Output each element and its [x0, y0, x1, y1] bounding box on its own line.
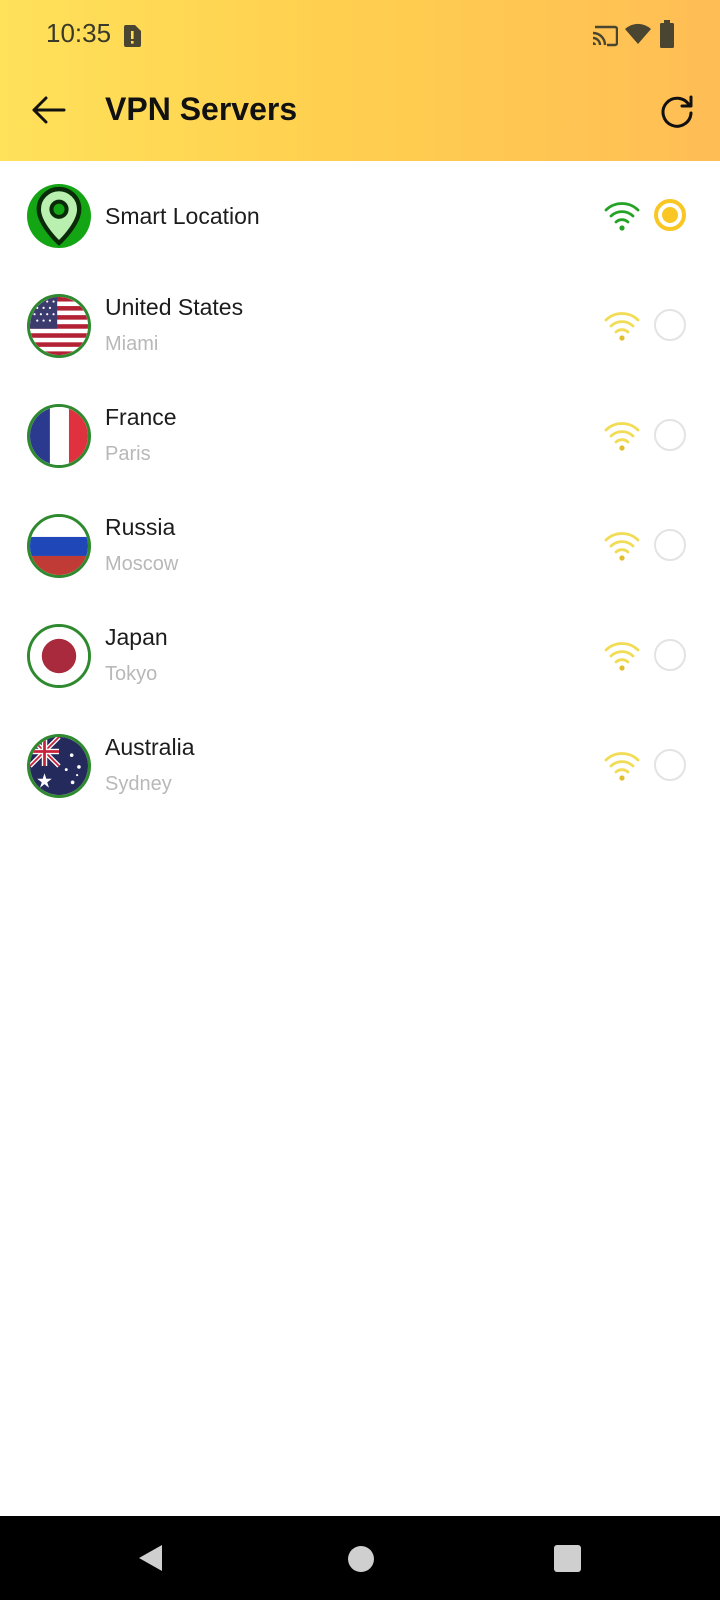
- japan-flag-icon: [27, 624, 91, 688]
- server-radio[interactable]: [654, 419, 686, 451]
- status-time: 10:35: [46, 18, 112, 48]
- signal-strength-icon: [604, 532, 640, 561]
- server-radio[interactable]: [654, 639, 686, 671]
- page-title: VPN Servers: [105, 91, 298, 127]
- server-row-russia[interactable]: Russia Moscow: [0, 491, 720, 601]
- system-nav-bar: [0, 1516, 720, 1600]
- refresh-button[interactable]: [652, 88, 702, 138]
- refresh-icon: [661, 95, 693, 128]
- back-button[interactable]: [24, 86, 72, 134]
- signal-strength-icon: [604, 202, 640, 231]
- battery-icon: [660, 20, 674, 48]
- server-city: Sydney: [105, 773, 172, 795]
- server-radio[interactable]: [654, 309, 686, 341]
- server-name: United States: [105, 294, 244, 320]
- france-flag-icon: [27, 404, 91, 468]
- server-name: Smart Location: [105, 203, 260, 229]
- server-name: Russia: [105, 514, 176, 540]
- server-city: Paris: [105, 443, 151, 465]
- us-flag-icon: [27, 294, 91, 358]
- sim-alert-icon: [124, 25, 141, 47]
- server-city: Miami: [105, 333, 159, 355]
- signal-strength-icon: [604, 422, 640, 451]
- server-name: Australia: [105, 734, 195, 760]
- signal-strength-icon: [604, 642, 640, 671]
- server-row-united-states[interactable]: United States Miami: [0, 271, 720, 381]
- cast-icon: [592, 25, 618, 47]
- arrow-left-icon: [32, 96, 66, 124]
- server-name: France: [105, 404, 177, 430]
- signal-strength-icon: [604, 312, 640, 341]
- server-radio[interactable]: [654, 529, 686, 561]
- nav-back-icon[interactable]: [136, 1543, 166, 1573]
- server-city: Moscow: [105, 553, 179, 575]
- server-radio[interactable]: [654, 749, 686, 781]
- signal-strength-icon: [604, 752, 640, 781]
- server-row-smart-location[interactable]: Smart Location: [0, 161, 720, 271]
- nav-recents-icon[interactable]: [554, 1545, 581, 1572]
- russia-flag-icon: [27, 514, 91, 578]
- wifi-icon: [625, 23, 651, 44]
- location-pin-icon: [27, 184, 91, 248]
- server-name: Japan: [105, 624, 168, 650]
- app-header: 10:35 VPN Servers: [0, 0, 720, 161]
- server-city: Tokyo: [105, 663, 158, 685]
- server-row-australia[interactable]: Australia Sydney: [0, 711, 720, 821]
- server-row-japan[interactable]: Japan Tokyo: [0, 601, 720, 711]
- australia-flag-icon: [27, 734, 91, 798]
- nav-home-icon[interactable]: [348, 1546, 374, 1572]
- status-bar: 10:35: [0, 0, 720, 72]
- server-radio-selected[interactable]: [654, 199, 686, 231]
- server-row-france[interactable]: France Paris: [0, 381, 720, 491]
